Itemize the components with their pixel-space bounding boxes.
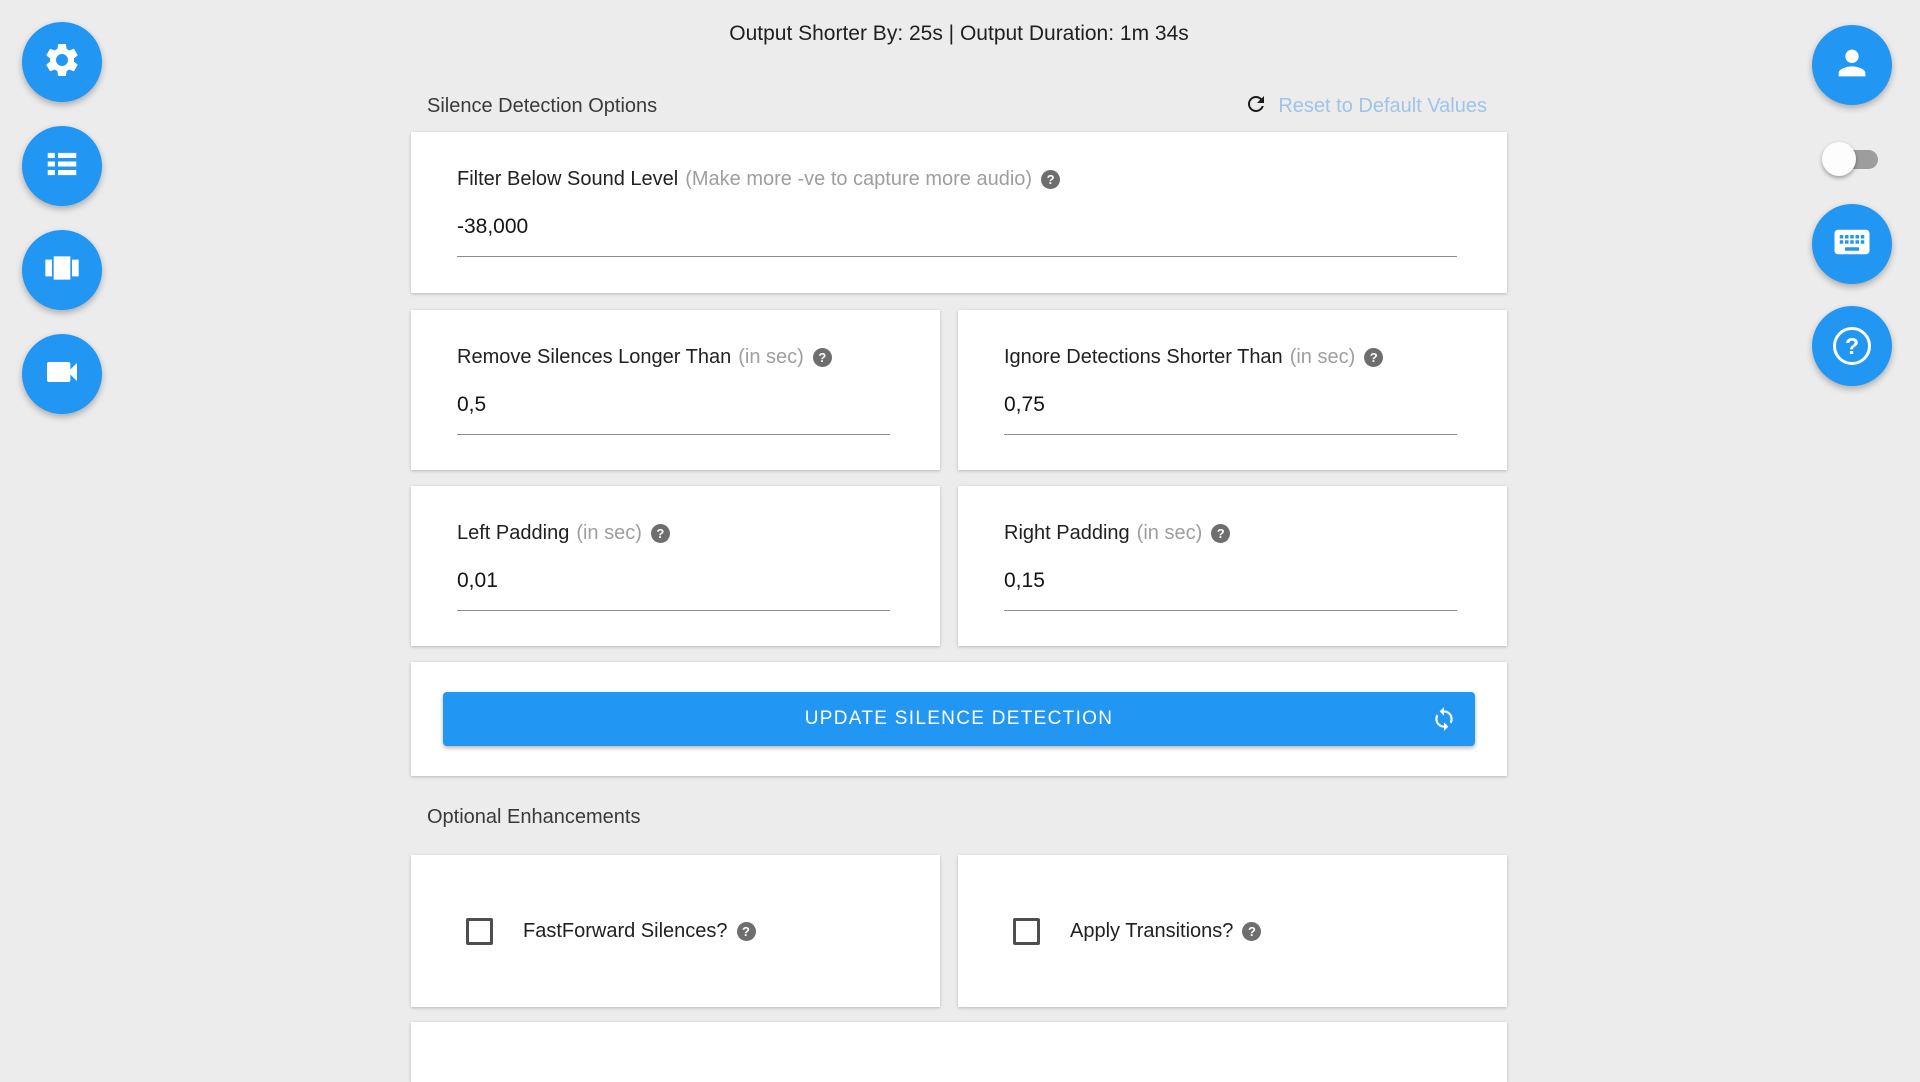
ignore-detections-hint: (in sec) xyxy=(1290,346,1356,369)
help-icon[interactable]: ? xyxy=(737,922,756,941)
reset-defaults-link[interactable]: Reset to Default Values xyxy=(1244,92,1487,121)
update-button-label: UPDATE SILENCE DETECTION xyxy=(805,708,1114,730)
optional-enhancements-header: Optional Enhancements xyxy=(427,806,1487,829)
main-content: Output Shorter By: 25s | Output Duration… xyxy=(411,0,1507,1036)
input-underline xyxy=(457,610,890,611)
apply-transitions-card: Apply Transitions? ? xyxy=(958,855,1507,1007)
remove-silences-hint: (in sec) xyxy=(738,346,804,369)
gear-icon xyxy=(42,40,82,85)
help-icon[interactable]: ? xyxy=(1242,922,1261,941)
help-icon[interactable]: ? xyxy=(651,524,670,543)
filter-sound-level-input[interactable]: -38,000 xyxy=(457,215,1457,239)
ignore-detections-label: Ignore Detections Shorter Than xyxy=(1004,346,1283,369)
left-padding-input[interactable]: 0,01 xyxy=(457,569,890,593)
input-underline xyxy=(1004,434,1457,435)
help-icon[interactable]: ? xyxy=(1211,524,1230,543)
help-icon[interactable]: ? xyxy=(813,348,832,367)
right-padding-card: Right Padding (in sec) ? 0,15 xyxy=(958,486,1507,646)
optional-enhancements-title: Optional Enhancements xyxy=(427,806,640,829)
input-underline xyxy=(457,434,890,435)
toggle-knob xyxy=(1822,142,1856,176)
update-button-card: UPDATE SILENCE DETECTION xyxy=(411,662,1507,776)
fastforward-silences-checkbox[interactable] xyxy=(466,918,493,945)
right-padding-input[interactable]: 0,15 xyxy=(1004,569,1457,593)
silence-options-title: Silence Detection Options xyxy=(427,95,657,118)
left-padding-hint: (in sec) xyxy=(576,522,642,545)
input-underline xyxy=(457,256,1457,257)
silence-options-header: Silence Detection Options Reset to Defau… xyxy=(427,92,1487,121)
right-padding-label: Right Padding xyxy=(1004,522,1130,545)
left-padding-card: Left Padding (in sec) ? 0,01 xyxy=(411,486,940,646)
apply-transitions-checkbox[interactable] xyxy=(1013,918,1040,945)
account-button[interactable] xyxy=(1812,25,1892,105)
help-icon[interactable]: ? xyxy=(1364,348,1383,367)
question-mark-icon: ? xyxy=(1833,327,1871,365)
list-view-button[interactable] xyxy=(22,126,102,206)
reset-defaults-label: Reset to Default Values xyxy=(1278,95,1487,118)
keyboard-icon xyxy=(1831,221,1873,268)
next-section-card xyxy=(411,1022,1507,1082)
remove-silences-label: Remove Silences Longer Than xyxy=(457,346,731,369)
fastforward-silences-card: FastForward Silences? ? xyxy=(411,855,940,1007)
list-icon xyxy=(43,145,81,188)
view-carousel-icon xyxy=(42,248,82,293)
help-button[interactable]: ? xyxy=(1812,306,1892,386)
carousel-view-button[interactable] xyxy=(22,230,102,310)
app-stage: ? Output Shorter By: 25s | Output Durati… xyxy=(0,0,1920,1036)
output-status-text: Output Shorter By: 25s | Output Duration… xyxy=(411,22,1507,46)
filter-sound-level-hint: (Make more -ve to capture more audio) xyxy=(685,168,1032,191)
right-padding-hint: (in sec) xyxy=(1137,522,1203,545)
ignore-detections-input[interactable]: 0,75 xyxy=(1004,393,1457,417)
left-padding-label: Left Padding xyxy=(457,522,569,545)
filter-sound-level-label: Filter Below Sound Level xyxy=(457,168,678,191)
fastforward-silences-label: FastForward Silences? xyxy=(523,920,728,943)
videocam-icon xyxy=(42,352,82,397)
person-icon xyxy=(1832,43,1872,88)
input-underline xyxy=(1004,610,1457,611)
help-icon[interactable]: ? xyxy=(1041,170,1060,189)
remove-silences-card: Remove Silences Longer Than (in sec) ? 0… xyxy=(411,310,940,470)
keyboard-shortcuts-button[interactable] xyxy=(1812,204,1892,284)
filter-sound-level-card: Filter Below Sound Level (Make more -ve … xyxy=(411,132,1507,293)
ignore-detections-card: Ignore Detections Shorter Than (in sec) … xyxy=(958,310,1507,470)
update-silence-detection-button[interactable]: UPDATE SILENCE DETECTION xyxy=(443,692,1475,746)
remove-silences-input[interactable]: 0,5 xyxy=(457,393,890,417)
apply-transitions-label: Apply Transitions? xyxy=(1070,920,1233,943)
video-camera-button[interactable] xyxy=(22,334,102,414)
toggle-switch[interactable] xyxy=(1822,140,1880,178)
refresh-icon xyxy=(1244,92,1278,121)
settings-button[interactable] xyxy=(22,22,102,102)
